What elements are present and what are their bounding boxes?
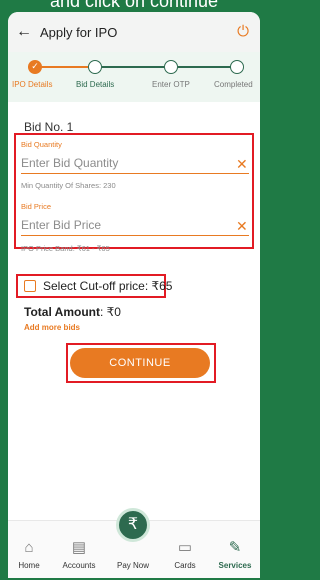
nav-cards-label: Cards	[174, 561, 196, 570]
total-amount: Total Amount: ₹0	[24, 305, 121, 319]
nav-accounts[interactable]: ▤ Accounts	[56, 539, 102, 570]
bid-price-label: Bid Price	[21, 202, 52, 211]
bid-quantity-input[interactable]: Enter Bid Quantity	[21, 156, 118, 170]
cutoff-label[interactable]: Select Cut-off price: ₹65	[43, 279, 172, 293]
clear-price-icon[interactable]: ✕	[236, 218, 248, 235]
step-label-bid-details: Bid Details	[76, 80, 115, 89]
nav-services[interactable]: ✎ Services	[212, 539, 258, 570]
price-band-hint: IPO Price Band: ₹61 - ₹65	[21, 244, 110, 253]
nav-cards[interactable]: ▭ Cards	[162, 539, 208, 570]
step-label-completed: Completed	[214, 80, 253, 89]
nav-pay-now-label: Pay Now	[116, 561, 149, 570]
back-arrow-icon[interactable]: ←	[16, 23, 34, 41]
add-more-bids-link[interactable]: Add more bids	[24, 323, 80, 332]
price-underline	[21, 235, 249, 236]
step-label-enter-otp: Enter OTP	[152, 80, 190, 89]
step-connector	[102, 66, 164, 68]
bid-number-label: Bid No. 1	[24, 120, 74, 134]
nav-home[interactable]: ⌂ Home	[8, 539, 52, 570]
services-icon: ✎	[228, 539, 242, 556]
bid-price-input[interactable]: Enter Bid Price	[21, 218, 101, 232]
step-connector	[178, 66, 234, 68]
continue-button[interactable]: CONTINUE	[70, 348, 210, 378]
min-quantity-hint: Min Quantity Of Shares: 230	[21, 181, 116, 190]
cutoff-checkbox[interactable]	[24, 280, 36, 292]
app-bar: ← Apply for IPO ⏻	[8, 12, 260, 52]
step-bid-details-icon	[88, 60, 102, 74]
phone-screen: ← Apply for IPO ⏻ ✓ IPO Details Bid Deta…	[8, 12, 260, 578]
step-completed-icon	[230, 60, 244, 74]
accounts-icon: ▤	[71, 539, 87, 556]
power-icon[interactable]: ⏻	[234, 23, 252, 41]
bid-quantity-label: Bid Quantity	[21, 140, 62, 149]
total-amount-label: Total Amount	[24, 305, 100, 319]
page-title: Apply for IPO	[40, 24, 118, 40]
quantity-underline	[21, 173, 249, 174]
instruction-caption: and click on continue	[49, 0, 219, 11]
cards-icon: ▭	[177, 539, 193, 556]
home-icon: ⌂	[24, 539, 34, 556]
nav-accounts-label: Accounts	[62, 561, 96, 570]
step-enter-otp-icon	[164, 60, 178, 74]
progress-stepper: ✓ IPO Details Bid Details Enter OTP Comp…	[8, 52, 260, 102]
clear-quantity-icon[interactable]: ✕	[236, 156, 248, 173]
step-label-ipo-details: IPO Details	[12, 80, 53, 89]
total-amount-value: : ₹0	[99, 305, 121, 319]
nav-services-label: Services	[218, 561, 252, 570]
nav-pay-now[interactable]: . Pay Now	[110, 539, 156, 570]
step-ipo-details-check-icon: ✓	[28, 60, 42, 74]
pay-now-rupee-icon[interactable]: ₹	[116, 508, 150, 542]
nav-home-label: Home	[18, 561, 40, 570]
